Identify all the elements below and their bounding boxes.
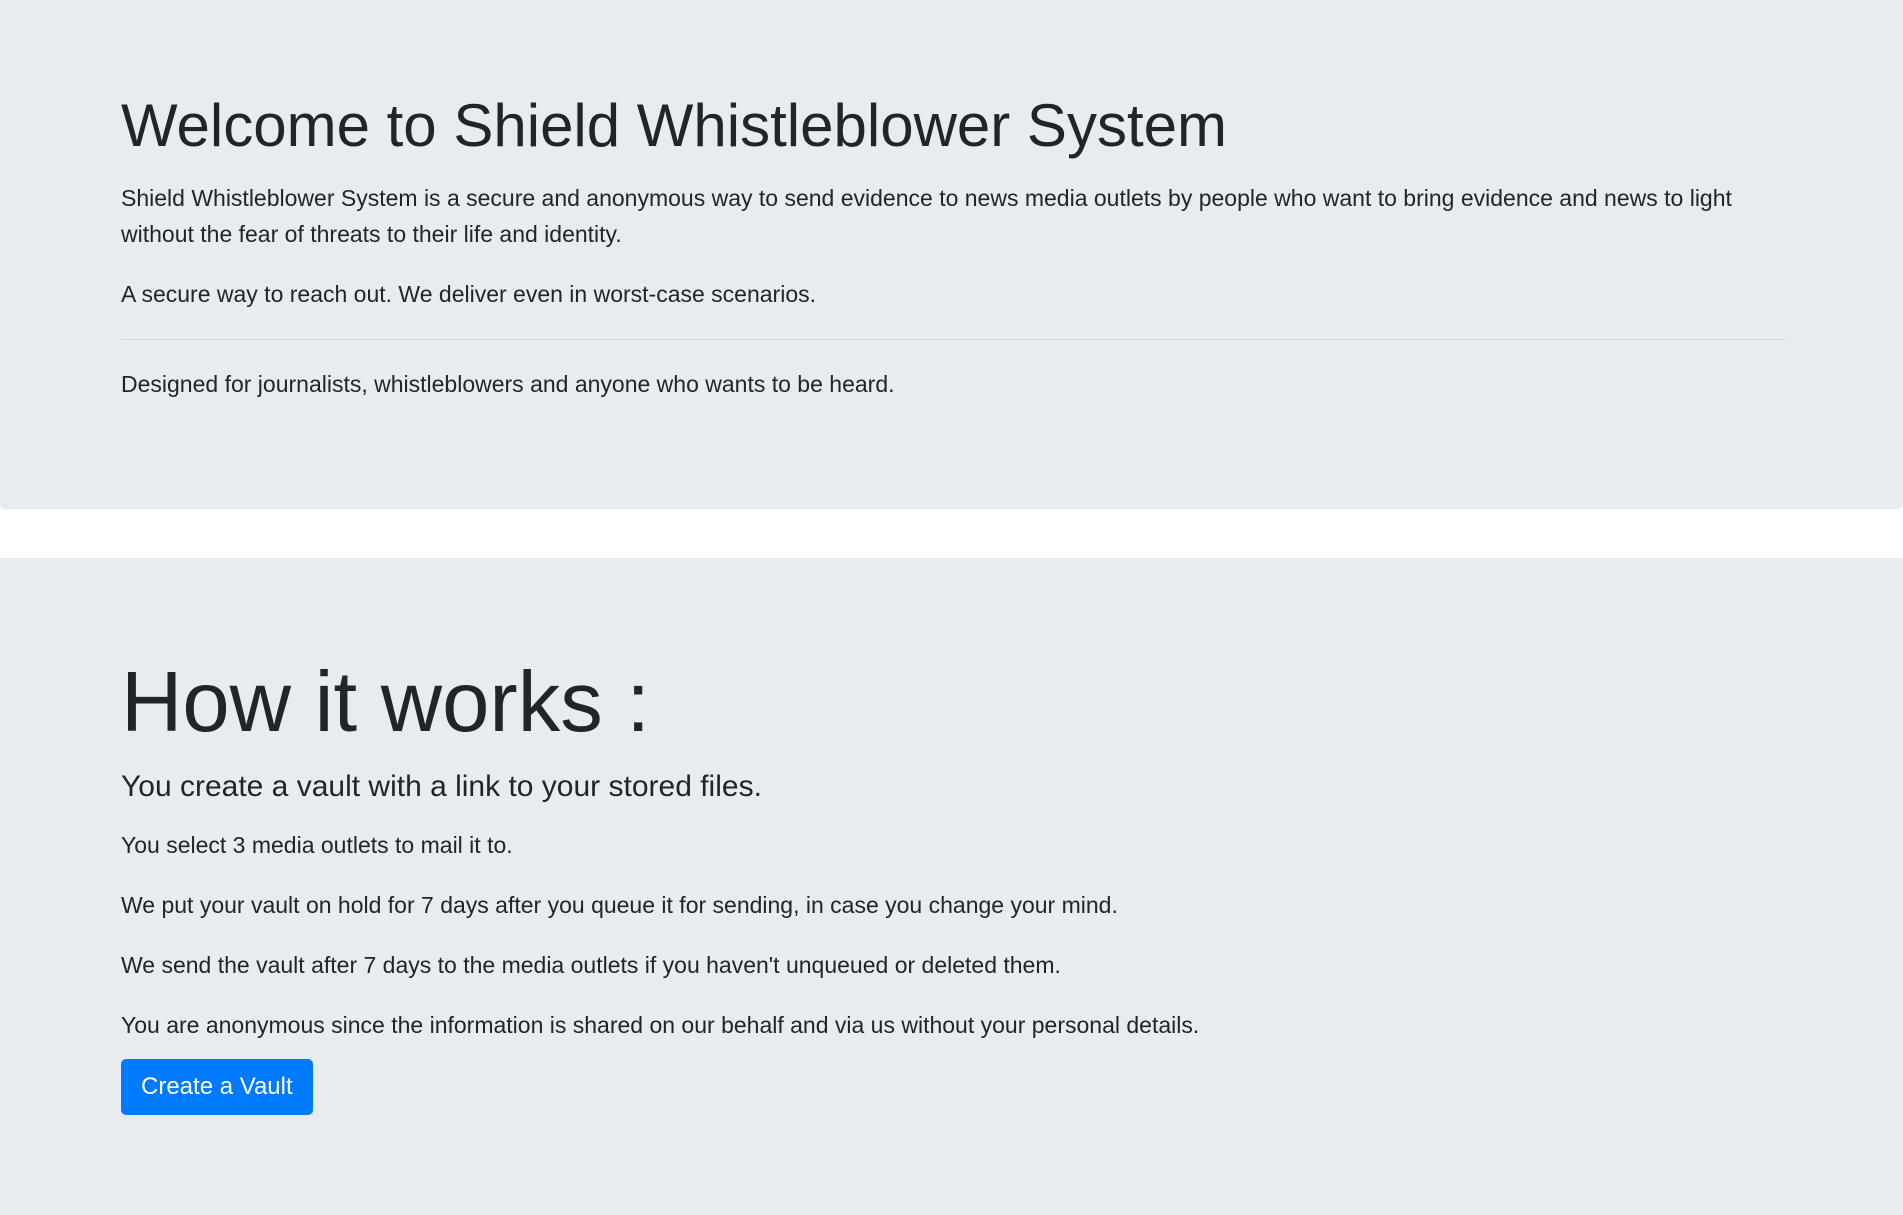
welcome-audience: Designed for journalists, whistleblowers… <box>121 371 895 397</box>
create-vault-button[interactable]: Create a Vault <box>121 1059 313 1115</box>
how-it-works-section: How it works : You create a vault with a… <box>0 558 1903 1215</box>
welcome-section: Welcome to Shield Whistleblower System S… <box>0 0 1903 509</box>
welcome-tagline: A secure way to reach out. We deliver ev… <box>121 281 817 307</box>
how-it-works-title: How it works : <box>121 655 650 750</box>
welcome-description: Shield Whistleblower System is a secure … <box>121 185 1732 247</box>
step-item: You select 3 media outlets to mail it to… <box>121 832 513 858</box>
welcome-title: Welcome to Shield Whistleblower System <box>121 92 1227 159</box>
step-item: We put your vault on hold for 7 days aft… <box>121 892 1118 918</box>
how-it-works-subheading: You create a vault with a link to your s… <box>121 770 762 803</box>
step-item: We send the vault after 7 days to the me… <box>121 952 1061 978</box>
section-divider <box>121 339 1786 340</box>
step-item: You are anonymous since the information … <box>121 1012 1200 1038</box>
